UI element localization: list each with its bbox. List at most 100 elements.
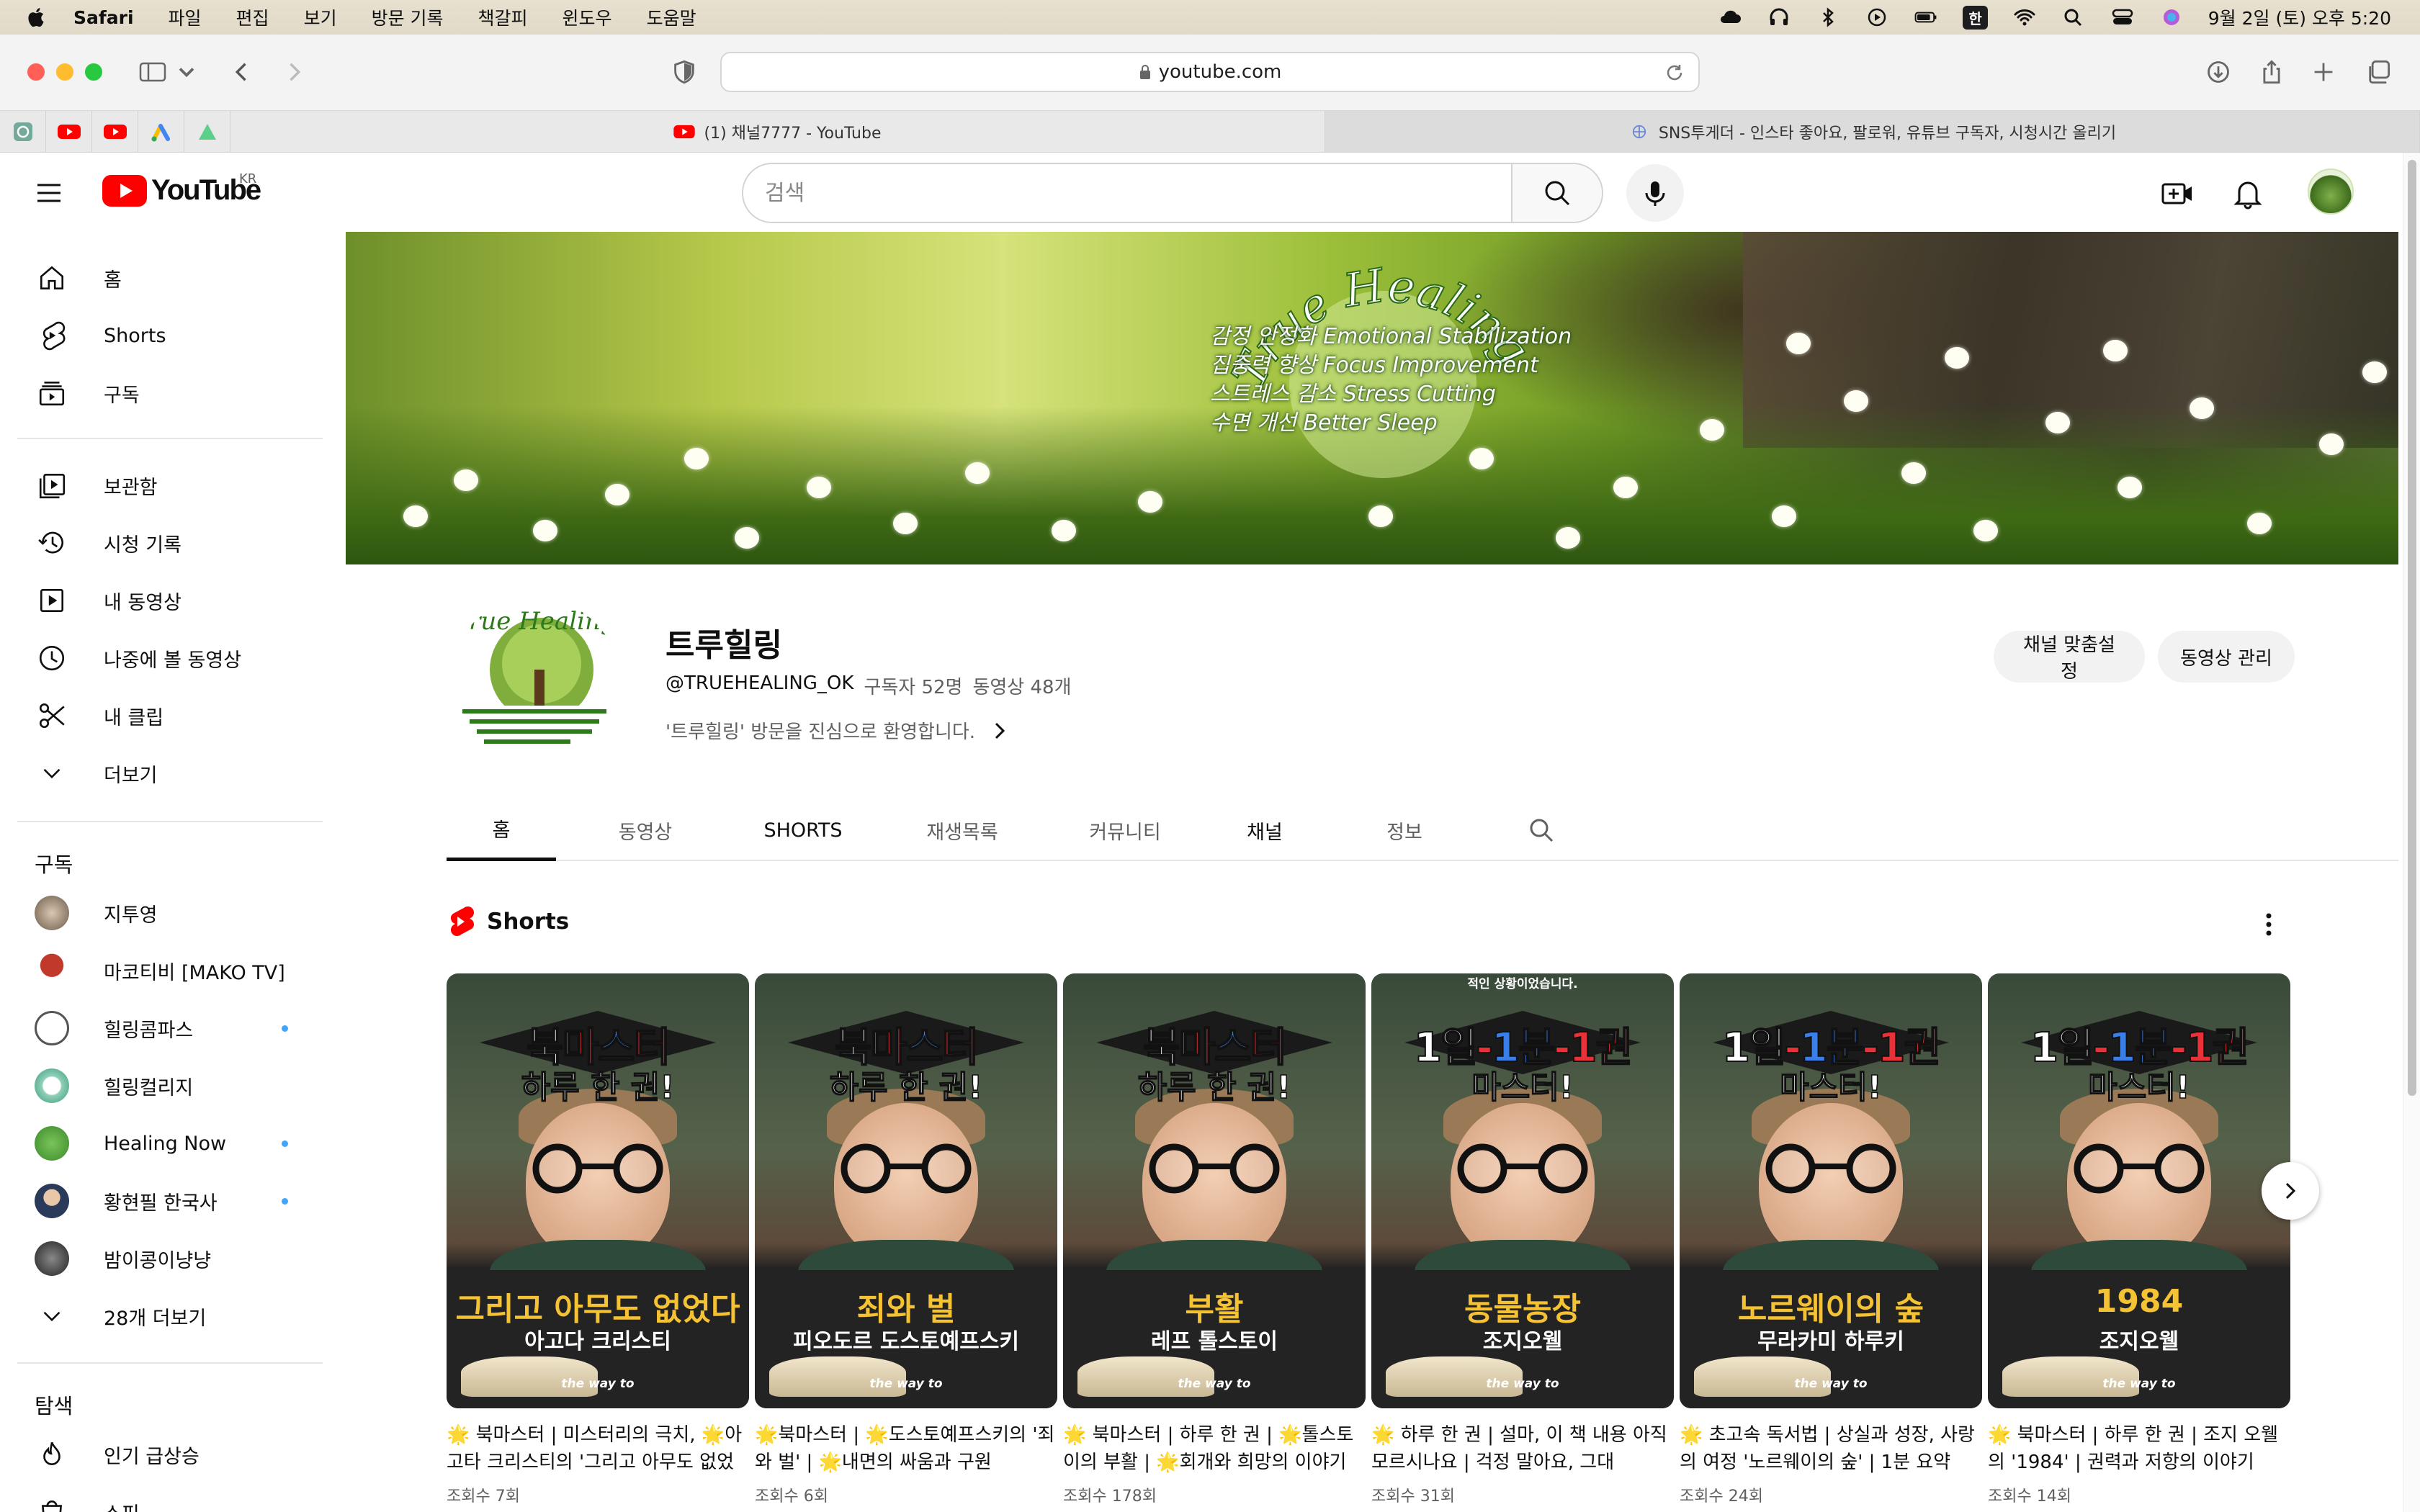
search-button[interactable] [1511,164,1602,222]
pinned-tab-chatgpt[interactable] [0,111,46,153]
pinned-tab-drive[interactable] [184,111,230,153]
manage-videos-button[interactable]: 동영상 관리 [2158,631,2295,683]
sidebar-item-shopping[interactable]: 쇼핑 [17,1483,327,1512]
headphones-icon[interactable] [1767,6,1791,28]
forward-arrow-icon[interactable] [275,55,313,89]
create-video-button[interactable] [2159,176,2195,212]
tab-sns-together[interactable]: SNS투게더 - 인스타 좋아요, 팔로워, 유튜브 구독자, 시청시간 올리기 [1325,111,2420,152]
address-bar[interactable]: youtube.com [720,52,1700,92]
channel-search-button[interactable] [1512,799,1570,861]
short-card[interactable]: 1일-1분-1권 마스터! 1984 조지오웰 the way to 🌟 북마스터 | 하… [1988,973,2290,1506]
sidebar-item-home[interactable]: 홈 [17,249,327,307]
short-thumbnail[interactable]: 북마스터 하루 한 권! 부활 레프 톨스토이 the way to [1063,973,1366,1408]
sidebar-show-more[interactable]: 더보기 [17,744,327,802]
tab-home[interactable]: 홈 [447,799,556,861]
menu-file[interactable]: 파일 [169,4,202,30]
channel-handle[interactable]: @TRUEHEALING_OK [666,672,853,699]
notifications-button[interactable] [2230,176,2266,212]
tab-videos[interactable]: 동영상 [602,799,689,861]
cloud-icon[interactable] [1718,6,1742,28]
channel-avatar-large[interactable]: True Healing [448,598,621,770]
short-thumbnail[interactable]: 1일-1분-1권 마스터! 1984 조지오웰 the way to [1988,973,2290,1408]
short-card[interactable]: 북마스터 하루 한 권! 그리고 아무도 없었다 아고다 크리스티 the way to… [447,973,749,1506]
downloads-icon[interactable] [2200,55,2237,89]
short-card[interactable]: 적인 상황이었습니다. 1일-1분-1권 마스터! 동물농장 조지오웰 the way t… [1371,973,1674,1506]
short-title[interactable]: 🌟 하루 한 권 | 설마, 이 책 내용 아직 모르시나요 | 걱정 말아요,… [1371,1421,1674,1476]
menu-app-name[interactable]: Safari [73,7,134,28]
pinned-tab-google-ads[interactable] [138,111,184,153]
shelf-more-options-button[interactable] [2254,910,2283,939]
tab-shorts[interactable]: SHORTS [735,799,871,861]
sidebar-item-shorts[interactable]: Shorts [17,307,327,364]
subscription-item[interactable]: 마코티비 [MAKO TV] [17,942,327,999]
share-icon[interactable] [2253,55,2290,89]
short-title[interactable]: 🌟 초고속 독서법 | 상실과 성장, 사랑의 여정 '노르웨이의 숲' | 1… [1680,1421,1982,1476]
short-thumbnail[interactable]: 1일-1분-1권 마스터! 노르웨이의 숲 무라카미 하루키 the way to [1680,973,1982,1408]
menu-history[interactable]: 방문 기록 [372,4,444,30]
short-card[interactable]: 북마스터 하루 한 권! 죄와 벌 피오도르 도스토예프스키 the way to 🌟북마… [755,973,1057,1506]
pinned-tab-youtube-2[interactable] [92,111,138,153]
new-tab-plus-icon[interactable] [2305,55,2342,89]
short-thumbnail[interactable]: 적인 상황이었습니다. 1일-1분-1권 마스터! 동물농장 조지오웰 the way t… [1371,973,1674,1408]
close-window-button[interactable] [27,63,45,81]
short-thumbnail[interactable]: 북마스터 하루 한 권! 그리고 아무도 없었다 아고다 크리스티 the way to [447,973,749,1408]
wifi-icon[interactable] [2012,6,2037,28]
sidebar-item-my-videos[interactable]: 내 동영상 [17,572,327,629]
input-method-indicator[interactable]: 한 [1963,5,1988,30]
play-circle-icon[interactable] [1865,6,1889,28]
youtube-logo[interactable]: YouTube KR [102,171,261,207]
menu-help[interactable]: 도움말 [647,4,696,30]
short-card[interactable]: 북마스터 하루 한 권! 부활 레프 톨스토이 the way to 🌟 북마스터 | 하… [1063,973,1366,1506]
hamburger-menu-icon[interactable] [35,179,63,207]
chevron-down-icon[interactable] [176,55,197,89]
voice-search-button[interactable] [1626,164,1684,222]
menu-clock[interactable]: 9월 2일 (토) 오후 5:20 [2208,4,2391,30]
reload-icon[interactable] [1664,62,1685,84]
privacy-shield-icon[interactable] [666,55,703,89]
subscription-item[interactable]: 힐링컬리지 [17,1057,327,1115]
tab-about[interactable]: 정보 [1376,799,1433,861]
tab-community[interactable]: 커뮤니티 [1067,799,1183,861]
short-title[interactable]: 🌟 북마스터 | 하루 한 권 | 조지 오웰의 '1984' | 권력과 저항… [1988,1421,2290,1476]
siri-icon[interactable] [2159,6,2184,28]
sidebar-item-watch-later[interactable]: 나중에 볼 동영상 [17,629,327,687]
apple-logo-icon[interactable] [26,6,48,29]
short-card[interactable]: 1일-1분-1권 마스터! 노르웨이의 숲 무라카미 하루키 the way to 🌟 초… [1680,973,1982,1506]
sidebar-item-subscriptions[interactable]: 구독 [17,364,327,422]
short-title[interactable]: 🌟 북마스터 | 미스터리의 극치, 🌟아고타 크리스티의 '그리고 아무도 없… [447,1421,749,1476]
subscription-item[interactable]: 지투영 [17,884,327,942]
short-title[interactable]: 🌟 북마스터 | 하루 한 권 | 🌟톨스토이의 부활 | 🌟회개와 희망의 이… [1063,1421,1366,1476]
subscription-item[interactable]: 힐링콤파스 [17,999,327,1057]
pinned-tab-youtube-1[interactable] [46,111,92,153]
sidebar-item-library[interactable]: 보관함 [17,456,327,514]
search-input[interactable] [743,164,1511,222]
tab-channels[interactable]: 채널 [1236,799,1294,861]
bluetooth-icon[interactable] [1816,6,1840,28]
subscription-item[interactable]: Healing Now [17,1115,327,1172]
subscriptions-show-more[interactable]: 28개 더보기 [17,1287,327,1345]
spotlight-search-icon[interactable] [2061,6,2086,28]
account-avatar[interactable] [2308,168,2354,215]
sidebar-item-trending[interactable]: 인기 급상승 [17,1426,327,1483]
short-title[interactable]: 🌟북마스터 | 🌟도스토예프스키의 '죄와 벌' | 🌟내면의 싸움과 구원 [755,1421,1057,1476]
menu-edit[interactable]: 편집 [236,4,269,30]
subscription-item[interactable]: 황현필 한국사 [17,1172,327,1230]
tab-youtube-channel[interactable]: (1) 채널7777 - YouTube [230,111,1325,152]
sidebar-item-clips[interactable]: 내 클립 [17,687,327,744]
menu-bookmarks[interactable]: 책갈피 [478,4,528,30]
short-thumbnail[interactable]: 북마스터 하루 한 권! 죄와 벌 피오도르 도스토예프스키 the way to [755,973,1057,1408]
menu-view[interactable]: 보기 [304,4,337,30]
zoom-window-button[interactable] [85,63,102,81]
tab-overview-icon[interactable] [2360,55,2397,89]
customize-channel-button[interactable]: 채널 맞춤설정 [1994,631,2145,683]
shelf-next-button[interactable] [2262,1162,2319,1220]
subscription-item[interactable]: 밤이콩이냥냥 [17,1230,327,1287]
scrollbar-thumb[interactable] [2408,160,2416,1096]
page-scrollbar[interactable] [2403,153,2420,1512]
back-arrow-icon[interactable] [223,55,261,89]
channel-description[interactable]: '트루힐링' 방문을 진심으로 환영합니다. [666,717,1007,744]
tab-playlists[interactable]: 재생목록 [905,799,1020,861]
menu-window[interactable]: 윈도우 [563,4,612,30]
minimize-window-button[interactable] [56,63,73,81]
sidebar-item-history[interactable]: 시청 기록 [17,514,327,572]
